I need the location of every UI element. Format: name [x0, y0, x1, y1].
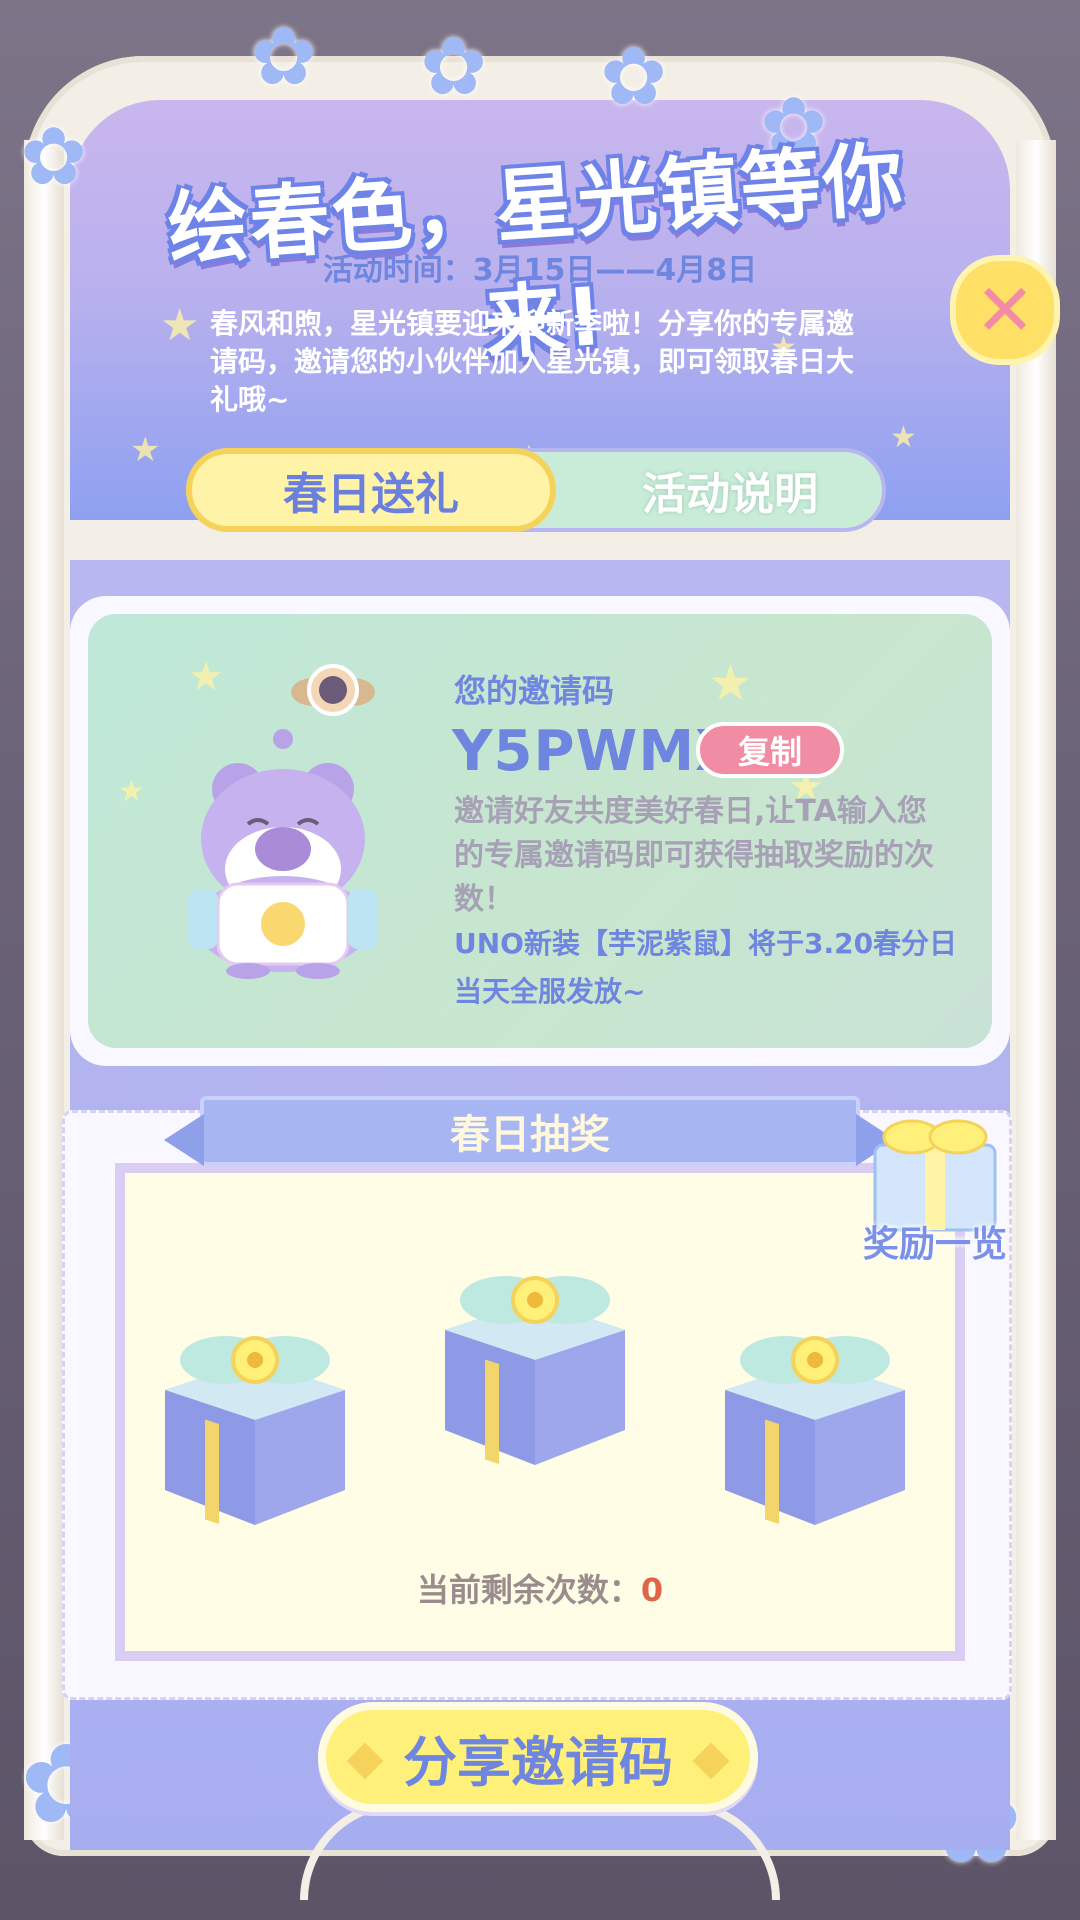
tab-spring-gift[interactable]: 春日送礼: [186, 448, 556, 532]
flower-decoration: ✿: [250, 10, 318, 103]
star-decoration: ★: [708, 654, 753, 712]
invite-note: UNO新装【芋泥紫鼠】将于3.20春分日当天全服发放~: [454, 927, 958, 1008]
flower-decoration: ✿: [600, 30, 668, 123]
event-time: 活动时间：3月15日——4月8日: [322, 253, 758, 288]
gift-box-1[interactable]: [145, 1300, 365, 1530]
bottom-arch: [300, 1800, 780, 1900]
flower-decoration: ✿: [420, 20, 488, 113]
invite-card: ★ ★ ★ ★ 您的邀请码 Y5PWMX 复制 邀请好友共度美好春日,让TA输入…: [70, 596, 1010, 1066]
diamond-icon: [346, 1742, 384, 1780]
star-decoration: ★: [890, 420, 917, 455]
share-button-label: 分享邀请码: [403, 1730, 673, 1794]
hamster-mascot-icon: [188, 729, 378, 979]
diamond-icon: [692, 1742, 730, 1780]
event-description: 春风和煦，星光镇要迎来迎新季啦！分享你的专属邀请码，邀请您的小伙伴加入星光镇，即…: [210, 307, 855, 416]
remaining-label: 当前剩余次数：: [416, 1571, 641, 1609]
reward-list-button[interactable]: 奖励一览: [850, 1105, 1020, 1265]
star-decoration: ★: [130, 430, 161, 470]
invite-code-label: 您的邀请码: [454, 672, 615, 710]
copy-button[interactable]: 复制: [696, 722, 844, 778]
gift-box-3[interactable]: [705, 1300, 925, 1530]
star-decoration: ★: [118, 774, 145, 809]
share-invite-code-button[interactable]: 分享邀请码: [318, 1702, 758, 1812]
lottery-title: 春日抽奖: [164, 1096, 896, 1166]
invite-card-inner: ★ ★ ★ ★ 您的邀请码 Y5PWMX 复制 邀请好友共度美好春日,让TA输入…: [88, 614, 992, 1048]
remaining-count: 当前剩余次数：0: [0, 1565, 1080, 1611]
tab-bar: 春日送礼 活动说明: [186, 448, 886, 532]
gift-box-icon: [445, 1276, 625, 1465]
tab-event-rules[interactable]: 活动说明: [570, 448, 890, 532]
star-decoration: ★: [188, 654, 224, 700]
gift-box-icon: [165, 1336, 345, 1525]
reward-list-label: 奖励一览: [862, 1224, 1007, 1265]
gift-box-2[interactable]: [425, 1240, 645, 1470]
invite-instructions: 邀请好友共度美好春日,让TA输入您的专属邀请码即可获得抽取奖励的次数！: [454, 794, 934, 917]
remaining-number: 0: [640, 1571, 664, 1609]
flower-decoration: ✿: [20, 110, 88, 203]
gift-box-icon: [725, 1336, 905, 1525]
